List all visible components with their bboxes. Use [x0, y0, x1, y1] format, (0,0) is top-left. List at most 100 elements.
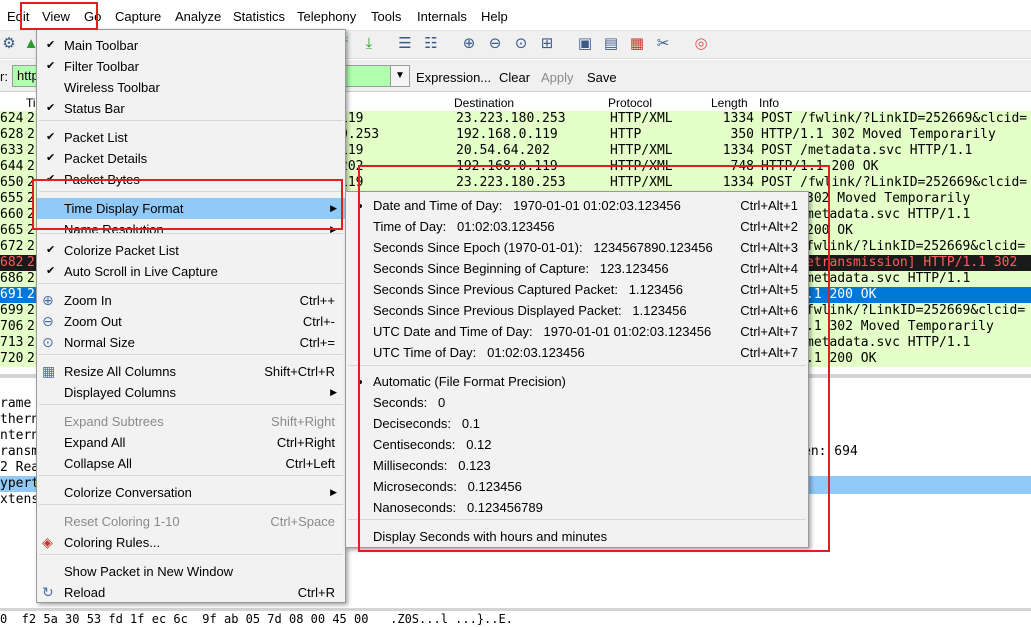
menu-item-shortcut: Shift+Right [271, 414, 335, 429]
menu-help[interactable]: Help [481, 9, 508, 24]
packet-bytes: 0 f2 5a 30 53 fd 1f ec 6c 9f ab 05 7d 08… [0, 608, 1031, 626]
time-format-option[interactable]: UTC Date and Time of Day: 1970-01-01 01:… [346, 321, 808, 342]
menu-item-label: Time Display Format [64, 201, 184, 216]
name-resolution-item[interactable]: Name Resolution ▶ [37, 219, 345, 240]
gear-icon[interactable]: ⚙ [0, 35, 18, 53]
view-menu: ✔ Main Toolbar ✔ Filter Toolbar Wireless Too… [36, 29, 346, 603]
zoom-out-item[interactable]: ⊖ Zoom Out Ctrl+- [37, 311, 345, 332]
cell-no: 650 [0, 175, 24, 190]
normal-size-item[interactable]: ⊙ Normal Size Ctrl+= [37, 332, 345, 353]
col-destination-header[interactable]: Destination [454, 96, 514, 110]
zoom-normal-icon[interactable]: ⊙ [512, 35, 530, 53]
cell-dst: 23.223.180.253 [456, 111, 566, 126]
main-toolbar-item[interactable]: ✔ Main Toolbar [37, 35, 345, 56]
packet-bytes-item[interactable]: ✔ Packet Bytes [37, 169, 345, 190]
colorize-conversation-item[interactable]: Colorize Conversation ▶ [37, 482, 345, 503]
menu-go[interactable]: Go [84, 9, 101, 24]
zoom-out-icon[interactable]: ⊖ [486, 35, 504, 53]
cell-len: 1334 [722, 111, 754, 126]
expand-subtrees-item[interactable]: Expand Subtrees Shift+Right [37, 411, 345, 432]
chevron-down-icon[interactable]: ▼ [390, 65, 410, 87]
cell-t: 2 [27, 255, 35, 270]
auto-scroll-item[interactable]: ✔ Auto Scroll in Live Capture [37, 261, 345, 282]
time-format-option[interactable]: Microseconds: 0.123456 [346, 476, 808, 497]
time-format-option[interactable]: Deciseconds: 0.1 [346, 413, 808, 434]
menu-view[interactable]: View [42, 9, 70, 24]
packet-details-item[interactable]: ✔ Packet Details [37, 148, 345, 169]
resize-all-columns-item[interactable]: ▦ Resize All Columns Shift+Ctrl+R [37, 361, 345, 382]
menu-tools[interactable]: Tools [371, 9, 401, 24]
time-format-option[interactable]: UTC Time of Day: 01:02:03.123456 Ctrl+Alt… [346, 342, 808, 363]
time-format-option[interactable]: Seconds Since Previous Displayed Packet:… [346, 300, 808, 321]
menu-edit[interactable]: Edit [7, 9, 29, 24]
time-format-option[interactable]: Display Seconds with hours and minutes [346, 526, 808, 547]
time-format-option[interactable]: Date and Time of Day: 1970-01-01 01:02:0… [346, 195, 808, 216]
menu-item-label: Status Bar [64, 101, 125, 116]
menu-analyze[interactable]: Analyze [175, 9, 221, 24]
filter-toolbar-item[interactable]: ✔ Filter Toolbar [37, 56, 345, 77]
coloring-rules-icon[interactable]: ▦ [628, 35, 646, 53]
reload-item[interactable]: ↻ Reload Ctrl+R [37, 582, 345, 603]
menu-item-label: Colorize Conversation [64, 485, 192, 500]
menu-item-shortcut: Ctrl+Space [270, 514, 335, 529]
col-protocol-header[interactable]: Protocol [608, 96, 652, 110]
time-format-option[interactable]: Automatic (File Format Precision) [346, 371, 808, 392]
filter-label: r: [0, 69, 8, 84]
time-format-option[interactable]: Nanoseconds: 0.123456789 [346, 497, 808, 518]
colorize-packet-list-item[interactable]: ✔ Colorize Packet List [37, 240, 345, 261]
time-format-option[interactable]: Centiseconds: 0.12 [346, 434, 808, 455]
cell-info: metadata.svc HTTP/1.1 [806, 335, 971, 350]
col-info-header[interactable]: Info [759, 96, 779, 110]
capture-filters-icon[interactable]: ▣ [576, 35, 594, 53]
menu-item-label: UTC Date and Time of Day: 1970-01-01 01:… [373, 324, 712, 339]
expand-all-item[interactable]: Expand All Ctrl+Right [37, 432, 345, 453]
apply-button[interactable]: Apply [541, 70, 574, 85]
wireless-toolbar-item[interactable]: Wireless Toolbar [37, 77, 345, 98]
time-display-format-item[interactable]: Time Display Format ▶ [37, 198, 345, 219]
zoom-in-item[interactable]: ⊕ Zoom In Ctrl++ [37, 290, 345, 311]
menu-item-label: Main Toolbar [64, 38, 139, 53]
col-length-header[interactable]: Length [711, 96, 748, 110]
resize-columns-icon[interactable]: ⊞ [538, 35, 556, 53]
menu-statistics[interactable]: Statistics [233, 9, 285, 24]
packet-list-item[interactable]: ✔ Packet List [37, 127, 345, 148]
radio-dot-icon [358, 204, 362, 208]
menu-capture[interactable]: Capture [115, 9, 161, 24]
cell-proto: HTTP/XML [610, 143, 673, 158]
colorize-icon[interactable]: ☰ [396, 35, 414, 53]
menu-item-shortcut: Ctrl+Alt+4 [740, 261, 798, 276]
time-format-option[interactable]: Seconds Since Epoch (1970-01-01): 123456… [346, 237, 808, 258]
menu-item-label: Packet Details [64, 151, 148, 166]
time-format-option[interactable]: Milliseconds: 0.123 [346, 455, 808, 476]
coloring-rules-item[interactable]: ◈ Coloring Rules... [37, 532, 345, 553]
help-icon[interactable]: ◎ [692, 35, 710, 53]
cell-t: 2 [27, 335, 35, 350]
collapse-all-item[interactable]: Collapse All Ctrl+Left [37, 453, 345, 474]
show-packet-new-window-item[interactable]: Show Packet in New Window [37, 561, 345, 582]
menu-telephony[interactable]: Telephony [297, 9, 356, 24]
menu-item-label: UTC Time of Day: 01:02:03.123456 [373, 345, 585, 360]
save-button[interactable]: Save [587, 70, 617, 85]
menu-internals[interactable]: Internals [417, 9, 467, 24]
menu-item-label: Collapse All [64, 456, 132, 471]
time-format-option[interactable]: Seconds Since Previous Captured Packet: … [346, 279, 808, 300]
zoom-in-icon[interactable]: ⊕ [460, 35, 478, 53]
expression-button[interactable]: Expression... [416, 70, 491, 85]
autoscroll-icon[interactable]: ☷ [422, 35, 440, 53]
go-last-icon[interactable]: ⤓ [360, 35, 378, 53]
cell-len: 1334 [722, 175, 754, 190]
menu-item-label: Packet Bytes [64, 172, 140, 187]
time-format-option[interactable]: Seconds Since Beginning of Capture: 123.… [346, 258, 808, 279]
time-format-option[interactable]: Time of Day: 01:02:03.123456 Ctrl+Alt+2 [346, 216, 808, 237]
cell-t: 2 [27, 319, 35, 334]
clear-button[interactable]: Clear [499, 70, 530, 85]
preferences-icon[interactable]: ✂ [654, 35, 672, 53]
reset-coloring-item[interactable]: Reset Coloring 1-10 Ctrl+Space [37, 511, 345, 532]
display-filters-icon[interactable]: ▤ [602, 35, 620, 53]
cell-proto: HTTP/XML [610, 159, 673, 174]
displayed-columns-item[interactable]: Displayed Columns ▶ [37, 382, 345, 403]
col-time-header[interactable]: Ti [26, 96, 36, 110]
cell-t: 2 [27, 191, 35, 206]
time-format-option[interactable]: Seconds: 0 [346, 392, 808, 413]
status-bar-item[interactable]: ✔ Status Bar [37, 98, 345, 119]
